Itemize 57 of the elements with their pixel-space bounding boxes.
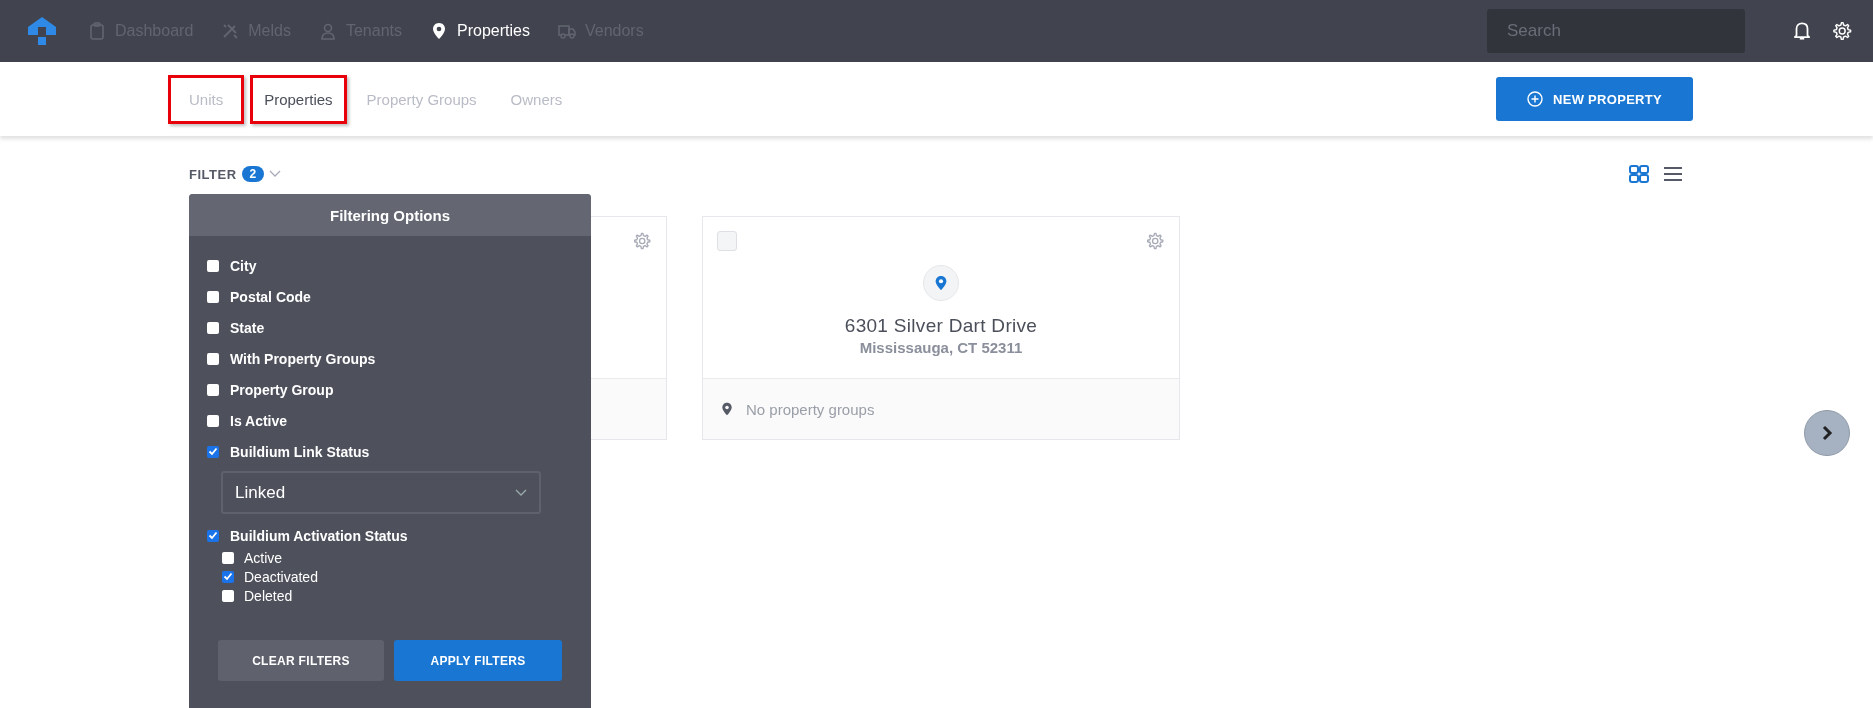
filter-option-label: Property Group — [230, 381, 334, 398]
checkbox[interactable] — [207, 383, 219, 396]
list-view-icon[interactable] — [1663, 165, 1683, 183]
apply-filters-button[interactable]: APPLY FILTERS — [394, 640, 562, 681]
plus-circle-icon — [1526, 91, 1543, 107]
dropdown[interactable]: Linked — [221, 471, 541, 514]
new-property-button[interactable]: NEW PROPERTY — [1496, 77, 1693, 121]
checkmark-icon — [208, 531, 218, 540]
choice-label: Active — [244, 549, 283, 566]
tab[interactable]: Properties — [250, 74, 347, 124]
checkbox[interactable] — [207, 321, 219, 334]
property-address: 6301 Silver Dart Drive — [844, 315, 1038, 337]
clear-filters-button[interactable]: CLEAR FILTERS — [218, 640, 384, 681]
filter-option-label: Is Active — [230, 412, 288, 429]
property-groups-text: No property groups — [746, 400, 875, 418]
filter-option-label: City — [230, 257, 257, 274]
map-pin-icon — [933, 274, 949, 292]
choice-label: Deactivated — [244, 568, 318, 585]
logo-icon — [26, 15, 58, 47]
filter-option-label: Buildium Link Status — [230, 443, 370, 460]
chevron-down-icon — [515, 488, 527, 497]
property-city: Mississauga, CT 52311 — [859, 339, 1023, 356]
checkbox[interactable] — [207, 290, 219, 303]
card-checkbox[interactable] — [717, 231, 737, 251]
person-icon — [318, 22, 337, 40]
checkmark-icon — [223, 572, 233, 581]
checkbox[interactable] — [207, 414, 219, 427]
checkbox[interactable] — [222, 570, 234, 583]
truck-icon — [557, 22, 576, 40]
checkbox[interactable] — [207, 529, 219, 542]
next-button[interactable] — [1804, 410, 1850, 456]
checkbox[interactable] — [207, 259, 219, 272]
grid-view-icon[interactable] — [1629, 165, 1649, 183]
panel-title: Filtering Options — [189, 194, 591, 236]
filter-option-label: Postal Code — [230, 288, 311, 305]
checkmark-icon — [208, 447, 218, 456]
chevron-down-icon — [269, 170, 282, 178]
map-pin-icon — [430, 22, 448, 40]
checkbox[interactable] — [207, 352, 219, 365]
filter-option-label: With Property Groups — [230, 350, 376, 367]
checkbox[interactable] — [222, 551, 234, 564]
search-field[interactable]: Search — [1487, 9, 1745, 53]
tools-icon — [221, 22, 240, 40]
bell-icon[interactable] — [1791, 20, 1813, 42]
filter-option-label: State — [230, 319, 265, 336]
property-card[interactable]: 6301 Silver Dart Drive Mississauga, CT 52311 No property groups — [702, 216, 1180, 440]
settings-icon[interactable] — [1831, 20, 1853, 42]
map-pin-icon — [720, 401, 734, 417]
checkbox[interactable] — [207, 445, 219, 458]
chevron-right-icon — [1821, 425, 1833, 441]
filter-toggle[interactable]: FILTER 2 — [189, 166, 282, 182]
nav-item[interactable]: Properties — [430, 22, 530, 40]
clipboard-icon — [88, 22, 106, 40]
filter-option-label: Buildium Activation Status — [230, 527, 408, 544]
checkbox[interactable] — [222, 589, 234, 602]
choice-label: Deleted — [244, 587, 293, 604]
count-badge: 2 — [241, 166, 265, 182]
